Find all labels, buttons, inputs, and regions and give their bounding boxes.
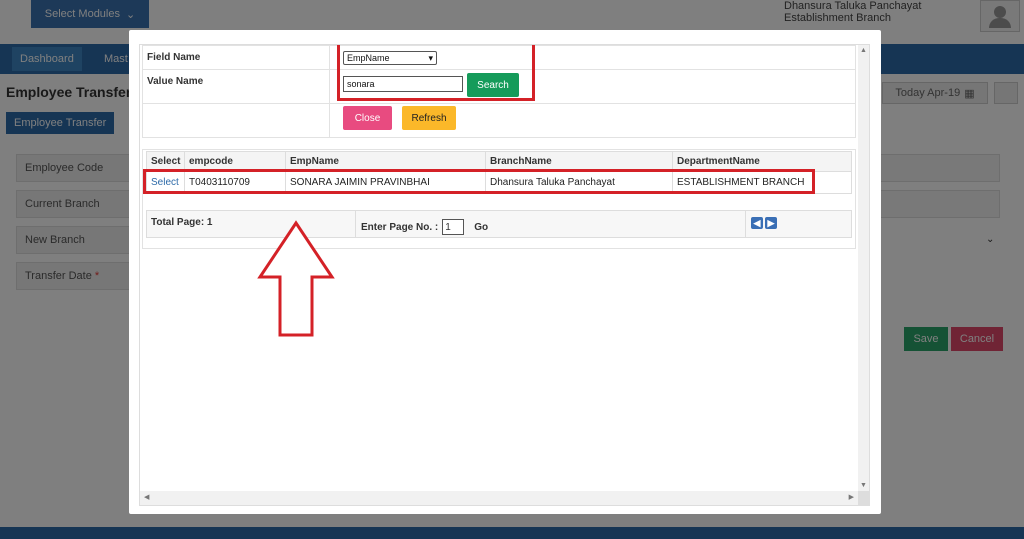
scroll-left-icon[interactable]: ◀ bbox=[144, 493, 149, 501]
pager: Total Page: 1 Enter Page No. : 1 Go ◀ ▶ bbox=[146, 210, 852, 238]
pager-divider bbox=[745, 211, 746, 237]
refresh-button[interactable]: Refresh bbox=[402, 106, 456, 130]
pager-divider bbox=[355, 211, 356, 237]
page-number-input[interactable]: 1 bbox=[442, 219, 465, 235]
page-nav: ◀ ▶ bbox=[751, 217, 777, 229]
go-button[interactable]: Go bbox=[474, 222, 488, 233]
result-row-highlight-box bbox=[143, 169, 815, 194]
search-highlight-box bbox=[337, 45, 535, 101]
modal-content: Field Name Value Name EmpName ▾ sonara S… bbox=[139, 44, 870, 506]
scroll-up-icon[interactable]: ▲ bbox=[860, 47, 867, 54]
search-modal: Field Name Value Name EmpName ▾ sonara S… bbox=[129, 30, 881, 514]
enter-page-label: Enter Page No. : bbox=[361, 221, 439, 233]
close-button[interactable]: Close bbox=[343, 106, 392, 130]
empty-cell bbox=[142, 103, 330, 138]
scroll-corner bbox=[858, 491, 869, 505]
next-page-icon[interactable]: ▶ bbox=[765, 217, 777, 229]
scroll-down-icon[interactable]: ▼ bbox=[860, 482, 867, 489]
field-name-label: Field Name bbox=[142, 45, 330, 70]
total-page-label: Total Page: 1 bbox=[151, 217, 213, 228]
value-name-label: Value Name bbox=[142, 69, 330, 104]
prev-page-icon[interactable]: ◀ bbox=[751, 217, 763, 229]
horizontal-scrollbar[interactable]: ◀ ▶ bbox=[140, 491, 858, 505]
vertical-scrollbar[interactable]: ▲ ▼ bbox=[858, 45, 869, 491]
scroll-right-icon[interactable]: ▶ bbox=[849, 493, 854, 501]
page-entry: Enter Page No. : 1 Go bbox=[361, 219, 488, 235]
up-arrow-annotation-icon bbox=[257, 220, 335, 337]
